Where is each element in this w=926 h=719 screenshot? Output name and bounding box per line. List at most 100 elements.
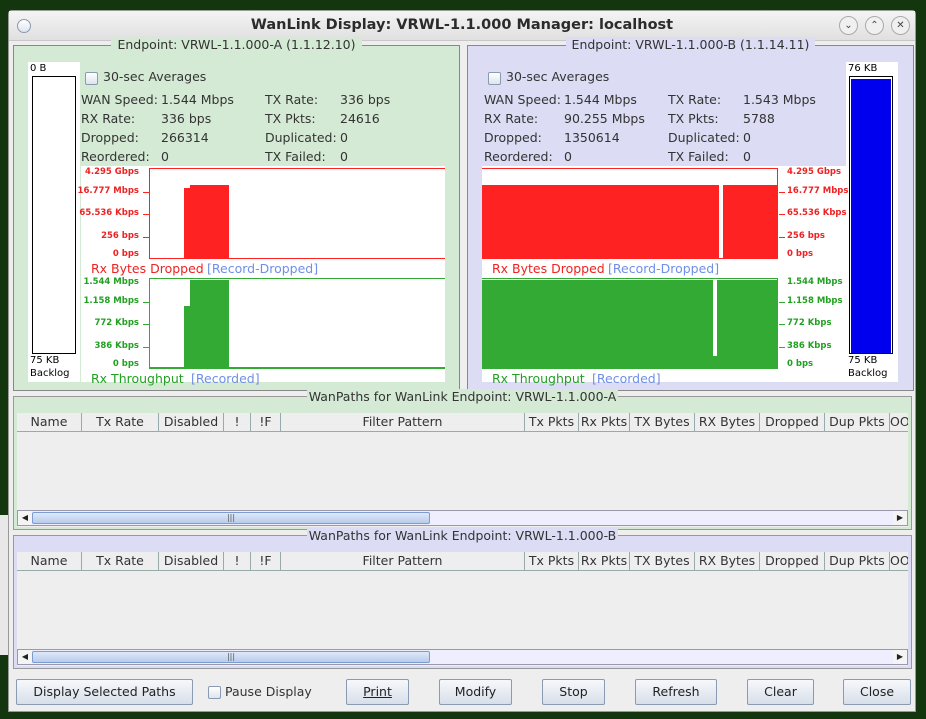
y-tick-label: 772 Kbps	[787, 318, 832, 328]
endpoint-panel-a: Endpoint: VRWL-1.1.000-A (1.1.12.10) 0 B 7…	[13, 37, 460, 391]
column-header[interactable]: Rx Pkts	[579, 552, 630, 570]
y-tick-mark	[779, 237, 785, 238]
table-body: Name Tx Rate Disabled! !F Filter Pattern Tx P…	[17, 413, 908, 527]
column-header[interactable]: TX Bytes	[630, 552, 695, 570]
tx_rate-label: TX Rate:	[265, 92, 319, 107]
column-header[interactable]: Dropped	[760, 552, 825, 570]
chart-bar	[723, 185, 777, 258]
refresh-button[interactable]: Refresh	[635, 679, 717, 705]
column-header[interactable]: !F	[251, 413, 281, 431]
column-header[interactable]: Filter Pattern	[281, 413, 525, 431]
y-tick-label: 0 bps	[787, 359, 814, 369]
chart-bar	[189, 279, 230, 369]
column-header[interactable]: Tx Pkts	[525, 413, 579, 431]
30-sec-averages-checkbox[interactable]	[85, 72, 98, 85]
throughput-chart	[149, 278, 445, 369]
column-header[interactable]: RX Bytes	[695, 552, 760, 570]
table-header: Name Tx Rate Disabled! !F Filter Pattern Tx P…	[17, 413, 908, 432]
column-header[interactable]: !	[224, 413, 251, 431]
chart-bar	[717, 279, 777, 369]
rx_rate-value: 90.255 Mbps	[564, 111, 645, 126]
close-button[interactable]: Close	[843, 679, 911, 705]
y-tick-label: 256 bps	[101, 231, 139, 241]
modify-button[interactable]: Modify	[439, 679, 512, 705]
chart-record-link[interactable]: [Recorded]	[191, 371, 260, 386]
wan_speed-label: WAN Speed:	[484, 92, 561, 107]
endpoint-title-text: Endpoint: VRWL-1.1.000-A (1.1.12.10)	[111, 37, 362, 52]
horizontal-scrollbar[interactable]: ◀ ▶ |||	[17, 510, 908, 526]
scroll-right-icon[interactable]: ▶	[893, 511, 907, 525]
column-header[interactable]: OO	[890, 413, 908, 431]
rx_rate-label: RX Rate:	[484, 111, 539, 126]
y-tick-label: 0 bps	[112, 249, 139, 259]
column-header[interactable]: Tx Pkts	[525, 552, 579, 570]
tx_failed-label: TX Failed:	[265, 149, 326, 164]
column-header[interactable]: Filter Pattern	[281, 552, 525, 570]
chart-record-link[interactable]: [Record-Dropped]	[207, 261, 318, 276]
table-title: WanPaths for WanLink Endpoint: VRWL-1.1.…	[14, 528, 911, 543]
column-header[interactable]: Dropped	[760, 413, 825, 431]
y-tick-label: 1.158 Mbps	[787, 296, 843, 306]
column-header[interactable]: !	[224, 552, 251, 570]
scrollbar-thumb[interactable]: |||	[32, 512, 430, 524]
chart-bar	[482, 279, 713, 369]
column-header[interactable]: Rx Pkts	[579, 413, 630, 431]
display-selected-paths-button[interactable]: Display Selected Paths	[16, 679, 193, 705]
endpoint-title-text: Endpoint: VRWL-1.1.000-B (1.1.14.11)	[565, 37, 816, 52]
backlog-fill	[851, 79, 891, 353]
tx_rate-label: TX Rate:	[668, 92, 722, 107]
column-header[interactable]: Tx Rate	[82, 552, 159, 570]
column-header[interactable]: !F	[251, 552, 281, 570]
horizontal-scrollbar[interactable]: ◀ ▶ |||	[17, 649, 908, 665]
pause-display-checkbox[interactable]	[208, 686, 221, 699]
rx_rate-label: RX Rate:	[81, 111, 136, 126]
chevron-up-icon[interactable]: ⌃	[865, 16, 884, 35]
throughput-chart	[482, 278, 778, 369]
chevron-down-icon[interactable]: ⌄	[839, 16, 858, 35]
column-header[interactable]: Name	[17, 413, 82, 431]
y-tick-mark	[143, 237, 149, 238]
30-sec-averages-checkbox[interactable]	[488, 72, 501, 85]
stop-button[interactable]: Stop	[542, 679, 605, 705]
column-header[interactable]: Name	[17, 552, 82, 570]
clear-button[interactable]: Clear	[747, 679, 814, 705]
column-header[interactable]: Dup Pkts	[825, 552, 890, 570]
scrollbar-thumb[interactable]: |||	[32, 651, 430, 663]
tx_pkts-label: TX Pkts:	[265, 111, 316, 126]
y-tick-label: 16.777 Mbps	[77, 186, 139, 196]
scroll-left-icon[interactable]: ◀	[18, 650, 32, 664]
close-icon[interactable]: ✕	[891, 16, 910, 35]
table-title-text: WanPaths for WanLink Endpoint: VRWL-1.1.…	[306, 389, 619, 404]
y-tick-mark	[779, 347, 785, 348]
column-header[interactable]: Tx Rate	[82, 413, 159, 431]
column-header[interactable]: OO	[890, 552, 908, 570]
chart-record-link[interactable]: [Record-Dropped]	[608, 261, 719, 276]
column-header[interactable]: RX Bytes	[695, 413, 760, 431]
wanpaths-table-a: WanPaths for WanLink Endpoint: VRWL-1.1.…	[13, 389, 912, 530]
backlog-current-label: 75 KB	[848, 355, 878, 366]
endpoint-title: Endpoint: VRWL-1.1.000-A (1.1.12.10)	[14, 37, 459, 53]
column-header[interactable]: TX Bytes	[630, 413, 695, 431]
tx_rate-value: 1.543 Mbps	[743, 92, 816, 107]
wan_speed-value: 1.544 Mbps	[161, 92, 234, 107]
y-tick-label: 65.536 Kbps	[787, 208, 847, 218]
dropped-chart	[482, 168, 778, 259]
y-tick-label: 386 Kbps	[94, 341, 139, 351]
scroll-left-icon[interactable]: ◀	[18, 511, 32, 525]
scroll-right-icon[interactable]: ▶	[893, 650, 907, 664]
rx_rate-value: 336 bps	[161, 111, 212, 126]
y-tick-label: 1.544 Mbps	[83, 277, 139, 287]
column-header[interactable]: Dup Pkts	[825, 413, 890, 431]
y-tick-mark	[143, 347, 149, 348]
wan_speed-value: 1.544 Mbps	[564, 92, 637, 107]
column-header[interactable]: Disabled	[159, 552, 224, 570]
tx_failed-value: 0	[340, 149, 348, 164]
print-button[interactable]: Print	[346, 679, 409, 705]
reordered-value: 0	[161, 149, 169, 164]
column-header[interactable]: Disabled	[159, 413, 224, 431]
endpoint-panel-b: Endpoint: VRWL-1.1.000-B (1.1.14.11) 76 K…	[467, 37, 914, 391]
chart-record-link[interactable]: [Recorded]	[592, 371, 661, 386]
reordered-value: 0	[564, 149, 572, 164]
chart-title: Rx Throughput	[492, 371, 585, 386]
dropped-label: Dropped:	[484, 130, 542, 145]
